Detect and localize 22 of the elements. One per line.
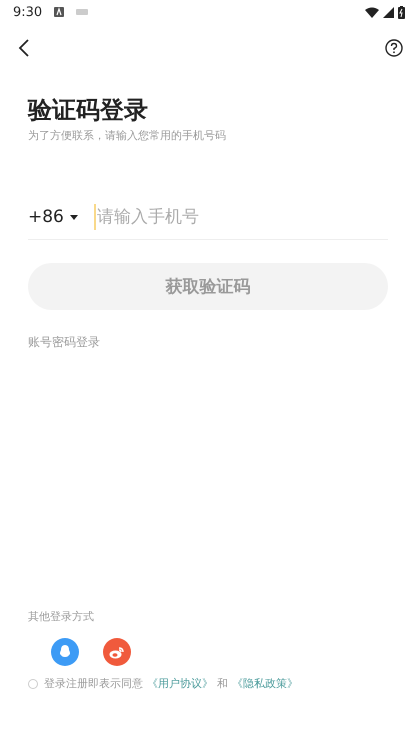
notification-icon (54, 7, 64, 17)
agreement-text: 登录注册即表示同意 (44, 676, 143, 691)
back-icon[interactable] (18, 39, 30, 57)
help-icon[interactable] (385, 39, 403, 57)
country-code-dropdown[interactable]: +86 (28, 207, 94, 227)
penguin-login-button[interactable] (51, 638, 79, 666)
wifi-icon (365, 6, 379, 18)
status-time: 9:30 (13, 4, 42, 20)
conjunction-text: 和 (217, 676, 228, 691)
eye-icon (109, 646, 125, 658)
penguin-icon (59, 645, 71, 659)
eye-login-button[interactable] (103, 638, 131, 666)
agreement-checkbox[interactable] (28, 678, 38, 688)
other-login-label: 其他登录方式 (28, 609, 94, 624)
signal-icon (383, 6, 394, 18)
page-title: 验证码登录 (28, 95, 148, 126)
subtitle: 为了方便联系，请输入您常用的手机号码 (28, 128, 226, 143)
password-login-link[interactable]: 账号密码登录 (28, 334, 100, 351)
battery-icon (398, 6, 405, 18)
user-agreement-link[interactable]: 《用户协议》 (147, 676, 213, 691)
caret-icon (70, 215, 78, 220)
privacy-policy-link[interactable]: 《隐私政策》 (232, 676, 298, 691)
